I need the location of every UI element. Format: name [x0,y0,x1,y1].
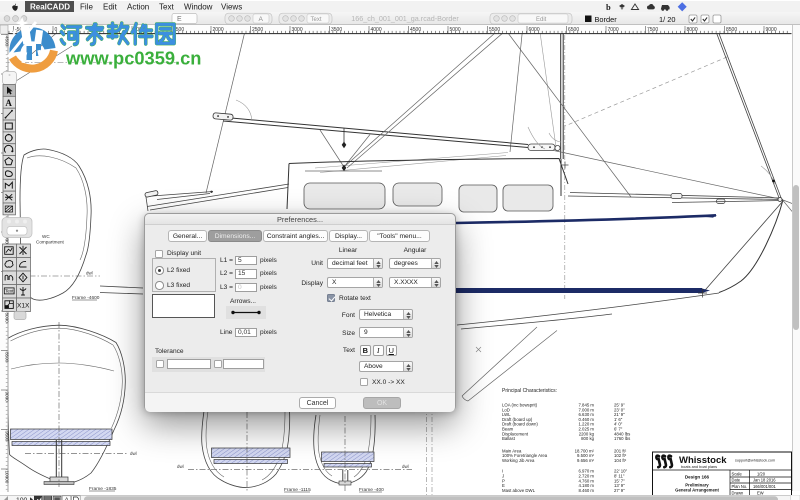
svg-text:Compartment: Compartment [36,240,65,245]
svg-text:boats and boat plans: boats and boat plans [681,464,717,469]
svg-text:3500: 3500 [331,27,342,33]
svg-text:b: b [606,2,611,12]
svg-text:166/001/001: 166/001/001 [753,484,776,489]
svg-text:1760 lbs: 1760 lbs [614,436,630,441]
svg-text:1/ 20: 1/ 20 [659,15,675,24]
svg-text:10000: 10000 [5,471,10,484]
svg-text:X1X: X1X [17,302,30,309]
svg-text:Edit: Edit [536,17,547,23]
svg-text:7500: 7500 [647,27,658,33]
svg-text:4000: 4000 [371,27,382,33]
svg-text:Ballast: Ballast [502,436,516,441]
svg-text:dwl: dwl [402,464,409,469]
svg-text:dwl: dwl [177,464,184,469]
svg-text:5000: 5000 [450,27,461,33]
svg-text:WC: WC [42,234,50,239]
svg-text:9000: 9000 [5,392,10,403]
svg-text:1/20: 1/20 [757,472,766,477]
svg-text:Plan No.: Plan No. [732,484,748,489]
svg-text:dwl: dwl [130,451,137,456]
svg-text:Design 166: Design 166 [685,475,710,480]
svg-text:8000: 8000 [687,27,698,33]
svg-text:9000: 9000 [766,27,777,33]
svg-text:A: A [5,98,12,108]
svg-text:support@whisstock.com: support@whisstock.com [735,459,775,463]
svg-text:6500: 6500 [568,27,579,33]
svg-text:104 ft²: 104 ft² [614,458,627,463]
svg-text:Text: Text [5,289,14,294]
svg-text:Working Jib Area: Working Jib Area [502,458,535,463]
svg-text:Principal Characteristics:: Principal Characteristics: [502,388,557,394]
svg-text:166_ch_001_001_ga.rcad-Border: 166_ch_001_001_ga.rcad-Border [351,14,459,23]
svg-text:Jan 18 2016: Jan 18 2016 [753,478,776,483]
svg-text:dwl: dwl [86,271,93,276]
svg-text:Date: Date [732,478,741,483]
svg-text:7000: 7000 [608,27,619,33]
svg-text:9500: 9500 [5,431,10,442]
svg-text:Scale: Scale [732,472,743,477]
svg-text:5500: 5500 [489,27,500,33]
svg-text:800 kg: 800 kg [581,436,595,441]
svg-text:Border: Border [595,15,618,24]
svg-text:Text: Text [311,17,322,23]
svg-text:8500: 8500 [726,27,737,33]
svg-text:6000: 6000 [529,27,540,33]
svg-text:3000: 3000 [292,27,303,33]
svg-text:9.656 m²: 9.656 m² [577,458,595,463]
svg-text:4500: 4500 [410,27,421,33]
svg-text:www.pc0359.cn: www.pc0359.cn [65,48,201,69]
